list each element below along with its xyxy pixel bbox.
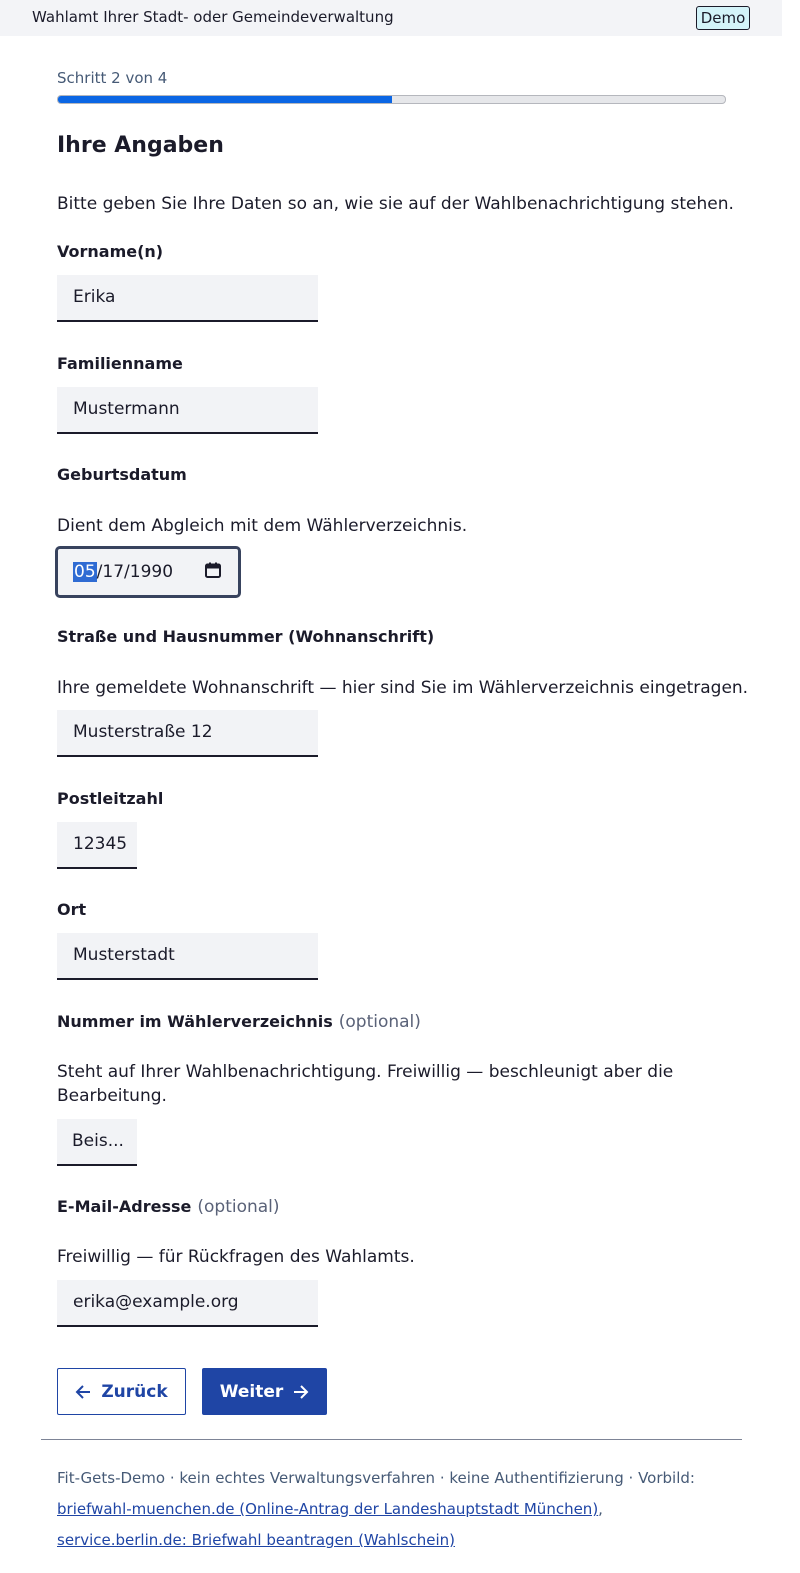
zip-input[interactable]: 12345 bbox=[57, 822, 137, 869]
email-label: E-Mail-Adresse bbox=[57, 1197, 192, 1216]
back-button-label: Zurück bbox=[101, 1381, 168, 1402]
first-name-input[interactable]: Erika bbox=[57, 275, 318, 322]
register-number-label-row: Nummer im Wählerverzeichnis (optional) bbox=[57, 1012, 421, 1032]
first-name-label: Vorname(n) bbox=[57, 242, 164, 261]
footer-link-berlin[interactable]: service.berlin.de: Briefwahl beantragen … bbox=[57, 1531, 455, 1549]
register-number-hint: Steht auf Ihrer Wahlbenachrichtigung. Fr… bbox=[57, 1062, 674, 1106]
arrow-right-icon bbox=[294, 1384, 309, 1399]
footer-divider bbox=[41, 1439, 742, 1440]
birthdate-month[interactable]: 05 bbox=[73, 562, 97, 582]
birthdate-day[interactable]: 17 bbox=[102, 562, 124, 582]
footer: Fit-Gets-Demo · kein echtes Verwaltungsv… bbox=[57, 1463, 757, 1556]
birthdate-hint: Dient dem Abgleich mit dem Wählerverzeic… bbox=[57, 516, 468, 536]
top-bar: Wahlamt Ihrer Stadt- oder Gemeindeverwal… bbox=[0, 0, 782, 36]
street-hint: Ihre gemeldete Wohnanschrift — hier sind… bbox=[57, 678, 749, 698]
footer-separator: , bbox=[598, 1500, 603, 1518]
step-indicator: Schritt 2 von 4 bbox=[57, 69, 168, 87]
register-number-label: Nummer im Wählerverzeichnis bbox=[57, 1012, 333, 1031]
last-name-label: Familienname bbox=[57, 354, 183, 373]
register-number-input[interactable]: Beis... bbox=[57, 1119, 137, 1166]
next-button-label: Weiter bbox=[219, 1381, 284, 1402]
email-input[interactable]: erika@example.org bbox=[57, 1280, 318, 1327]
zip-label: Postleitzahl bbox=[57, 789, 164, 808]
email-label-row: E-Mail-Adresse (optional) bbox=[57, 1197, 280, 1217]
last-name-input[interactable]: Mustermann bbox=[57, 387, 318, 434]
calendar-icon[interactable] bbox=[205, 562, 221, 578]
next-button[interactable]: Weiter bbox=[202, 1368, 327, 1415]
optional-marker: (optional) bbox=[197, 1197, 280, 1217]
progress-fill bbox=[58, 96, 392, 103]
agency-name: Wahlamt Ihrer Stadt- oder Gemeindeverwal… bbox=[32, 8, 394, 26]
city-label: Ort bbox=[57, 900, 87, 919]
demo-badge: Demo bbox=[696, 6, 750, 30]
page-title: Ihre Angaben bbox=[57, 133, 224, 158]
footer-text: Fit-Gets-Demo · kein echtes Verwaltungsv… bbox=[57, 1469, 695, 1487]
birthdate-input[interactable]: 05/17/1990 bbox=[55, 546, 241, 598]
email-hint: Freiwillig — für Rückfragen des Wahlamts… bbox=[57, 1247, 415, 1267]
back-button[interactable]: Zurück bbox=[57, 1368, 186, 1415]
intro-text: Bitte geben Sie Ihre Daten so an, wie si… bbox=[57, 194, 734, 214]
footer-link-muenchen[interactable]: briefwahl-muenchen.de (Online-Antrag der… bbox=[57, 1500, 598, 1518]
birthdate-year[interactable]: 1990 bbox=[130, 562, 173, 582]
birthdate-label: Geburtsdatum bbox=[57, 465, 187, 484]
street-label: Straße und Hausnummer (Wohnanschrift) bbox=[57, 627, 435, 646]
street-input[interactable]: Musterstraße 12 bbox=[57, 710, 318, 757]
arrow-left-icon bbox=[75, 1384, 91, 1399]
optional-marker: (optional) bbox=[338, 1012, 421, 1032]
city-input[interactable]: Musterstadt bbox=[57, 933, 318, 980]
progress-bar bbox=[57, 95, 726, 104]
